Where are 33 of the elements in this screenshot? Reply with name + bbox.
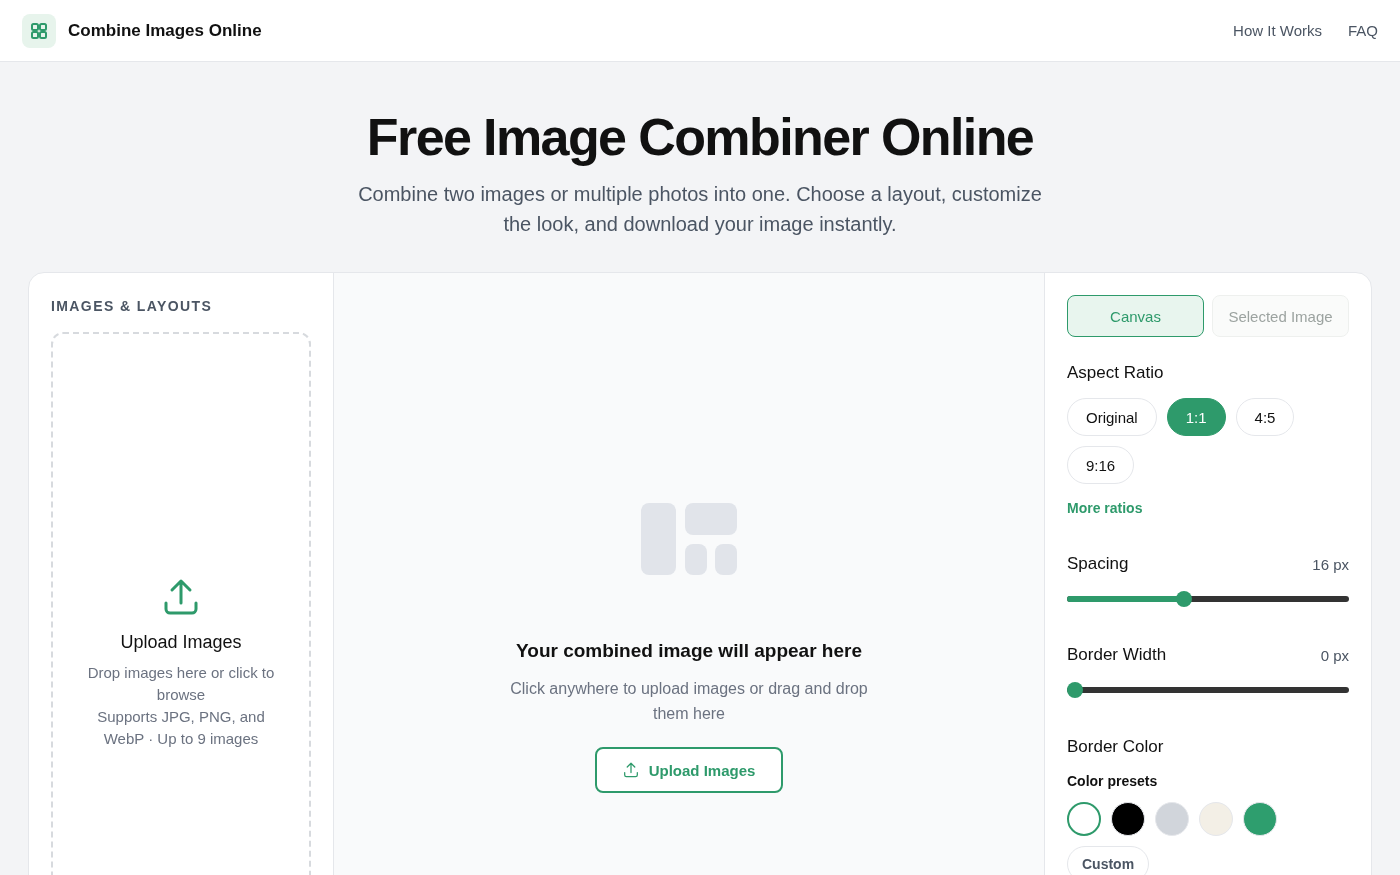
upload-icon: [163, 578, 199, 616]
section-label: Border Color: [1067, 736, 1165, 758]
presets-label: Color presets: [1067, 772, 1159, 790]
grid-icon: [22, 13, 56, 48]
nav-link[interactable]: How It Works: [1233, 22, 1322, 39]
upload-hint: Drop images here or click to browse: [86, 663, 276, 705]
more-ratios-link[interactable]: More ratios: [1067, 500, 1143, 516]
ratio-chip[interactable]: 1:1: [1166, 398, 1226, 436]
upload-dropzone[interactable]: Upload Images Drop images here or click to browse Supports JPG, PNG, and WebP · Up to 9 images: [51, 332, 311, 875]
slider-value: 16 px: [1312, 555, 1349, 573]
slider-thumb[interactable]: [1067, 682, 1083, 698]
preview-description: Click anywhere to upload images or drag and drop them here: [509, 679, 869, 724]
slider-value: 0 px: [1320, 646, 1349, 664]
preview-area[interactable]: Your combined image will appear here Click anywhere to upload images or drag and drop them here Upload Images: [334, 273, 1044, 875]
page-subtitle: Combine two images or multiple photos into one. Choose a layout, customize the look, and download your image instantly.: [357, 182, 1043, 237]
upload-button[interactable]: Upload Images: [595, 747, 783, 793]
site-title: Combine Images Online: [68, 20, 262, 41]
section-label: Aspect Ratio: [1067, 362, 1165, 384]
upload-hint: Supports JPG, PNG, and WebP · Up to 9 images: [96, 707, 266, 749]
ratio-chip[interactable]: 4:5: [1235, 398, 1295, 436]
ratio-chip[interactable]: 9:16: [1067, 446, 1135, 484]
upload-title: Upload Images: [120, 631, 242, 654]
section-heading: IMAGES & LAYOUTS: [51, 297, 213, 315]
slider-label: Border Width: [1067, 644, 1167, 666]
custom-color-button[interactable]: Custom: [1067, 846, 1150, 875]
slider-label: Spacing: [1067, 553, 1129, 575]
upload-icon: [622, 762, 639, 778]
ratio-chip[interactable]: Original: [1067, 398, 1157, 436]
layout-icon: [641, 503, 737, 575]
preview-title: Your combined image will appear here: [516, 639, 862, 663]
color-swatch[interactable]: [1067, 802, 1101, 836]
nav-link[interactable]: FAQ: [1348, 22, 1378, 39]
page-title: Free Image Combiner Online: [366, 107, 1034, 168]
